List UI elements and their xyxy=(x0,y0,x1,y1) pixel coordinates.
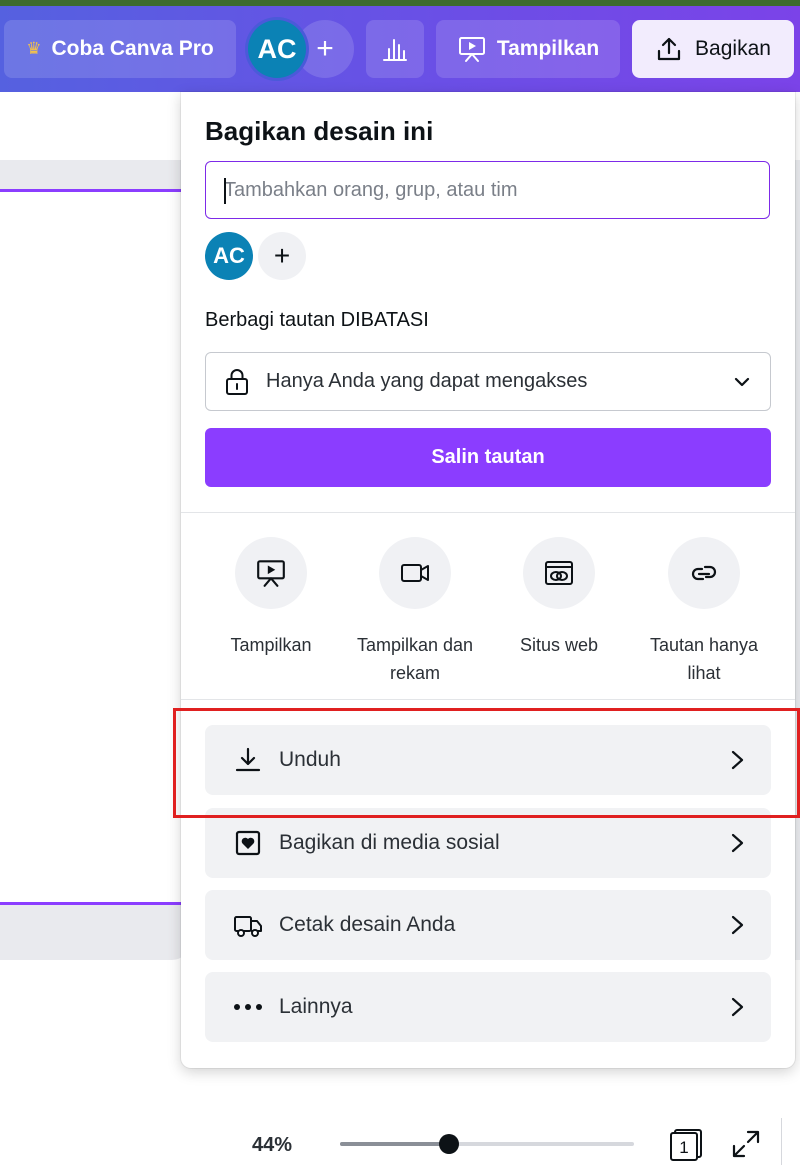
chevron-right-icon xyxy=(731,915,744,935)
present-icon xyxy=(458,37,485,62)
more-icon xyxy=(234,1004,262,1010)
page-number: 1 xyxy=(679,1138,688,1157)
section-divider xyxy=(181,512,795,513)
browser-strip xyxy=(0,0,800,6)
option-label: Tampilkan dan rekam xyxy=(356,635,474,683)
heart-frame-icon xyxy=(235,830,261,856)
share-social-row[interactable]: Bagikan di media sosial xyxy=(205,808,771,878)
print-design-row[interactable]: Cetak desain Anda xyxy=(205,890,771,960)
try-canva-pro-button[interactable]: ♛ Coba Canva Pro xyxy=(4,20,236,78)
video-camera-icon xyxy=(401,564,429,582)
canvas-toolbar-strip xyxy=(0,160,190,190)
row-label: Cetak desain Anda xyxy=(279,913,456,936)
user-avatar[interactable]: AC xyxy=(248,20,306,78)
lock-icon xyxy=(226,368,248,395)
bar-chart-icon xyxy=(383,39,407,61)
share-label: Bagikan xyxy=(695,37,771,60)
add-person-button[interactable]: + xyxy=(258,232,306,280)
present-icon xyxy=(257,560,285,587)
download-icon xyxy=(235,747,261,772)
link-access-dropdown[interactable]: Hanya Anda yang dapat mengakses xyxy=(205,352,771,411)
chevron-right-icon xyxy=(731,750,744,770)
share-button[interactable]: Bagikan xyxy=(632,20,794,78)
editor-header: ♛ Coba Canva Pro + AC Tampilkan Bagikan xyxy=(0,0,800,92)
design-canvas[interactable] xyxy=(0,192,190,902)
zoom-level-label[interactable]: 44% xyxy=(252,1134,292,1157)
link-icon xyxy=(691,565,717,581)
toolbar-separator xyxy=(781,1118,782,1165)
present-button[interactable]: Tampilkan xyxy=(436,20,620,78)
collaborator-avatar[interactable]: AC xyxy=(205,232,253,280)
zoom-slider-track[interactable] xyxy=(340,1142,634,1146)
copy-link-button[interactable]: Salin tautan xyxy=(205,428,771,487)
present-label: Tampilkan xyxy=(496,37,600,60)
fullscreen-button[interactable] xyxy=(730,1128,762,1160)
option-present[interactable]: Tampilkan xyxy=(201,537,341,659)
website-icon xyxy=(545,561,573,585)
zoom-slider-fill xyxy=(340,1142,449,1146)
row-label: Bagikan di media sosial xyxy=(279,831,500,854)
text-caret xyxy=(224,178,226,204)
row-label: Lainnya xyxy=(279,995,353,1018)
try-pro-label: Coba Canva Pro xyxy=(51,37,214,60)
panel-title: Bagikan desain ini xyxy=(205,116,434,146)
access-value: Hanya Anda yang dapat mengakses xyxy=(266,370,588,392)
truck-icon xyxy=(234,916,262,937)
expand-icon xyxy=(732,1130,760,1158)
chevron-down-icon xyxy=(734,377,750,386)
row-label: Unduh xyxy=(279,748,341,771)
canvas-footer-area xyxy=(0,905,190,960)
section-divider xyxy=(181,699,795,700)
more-options-row[interactable]: Lainnya xyxy=(205,972,771,1042)
chevron-right-icon xyxy=(731,833,744,853)
page-count-button[interactable]: 1 xyxy=(668,1128,704,1162)
upload-icon xyxy=(657,37,681,61)
crown-icon: ♛ xyxy=(26,39,42,58)
download-row[interactable]: Unduh xyxy=(205,725,771,795)
option-view-only-link[interactable]: Tautan hanya lihat xyxy=(634,537,774,687)
option-label: Tampilkan xyxy=(230,635,312,655)
link-sharing-label: Berbagi tautan DIBATASI xyxy=(205,309,429,331)
add-people-input[interactable] xyxy=(205,161,770,219)
zoom-slider-handle[interactable] xyxy=(438,1134,459,1154)
analytics-button[interactable] xyxy=(366,20,424,78)
share-design-panel: Bagikan desain ini AC + Berbagi tautan D… xyxy=(181,92,795,1068)
option-website[interactable]: Situs web xyxy=(489,537,629,659)
option-label: Situs web xyxy=(519,635,599,655)
chevron-right-icon xyxy=(731,997,744,1017)
option-label: Tautan hanya lihat xyxy=(649,635,759,683)
pages-icon: 1 xyxy=(670,1129,702,1161)
option-present-and-record[interactable]: Tampilkan dan rekam xyxy=(345,537,485,687)
